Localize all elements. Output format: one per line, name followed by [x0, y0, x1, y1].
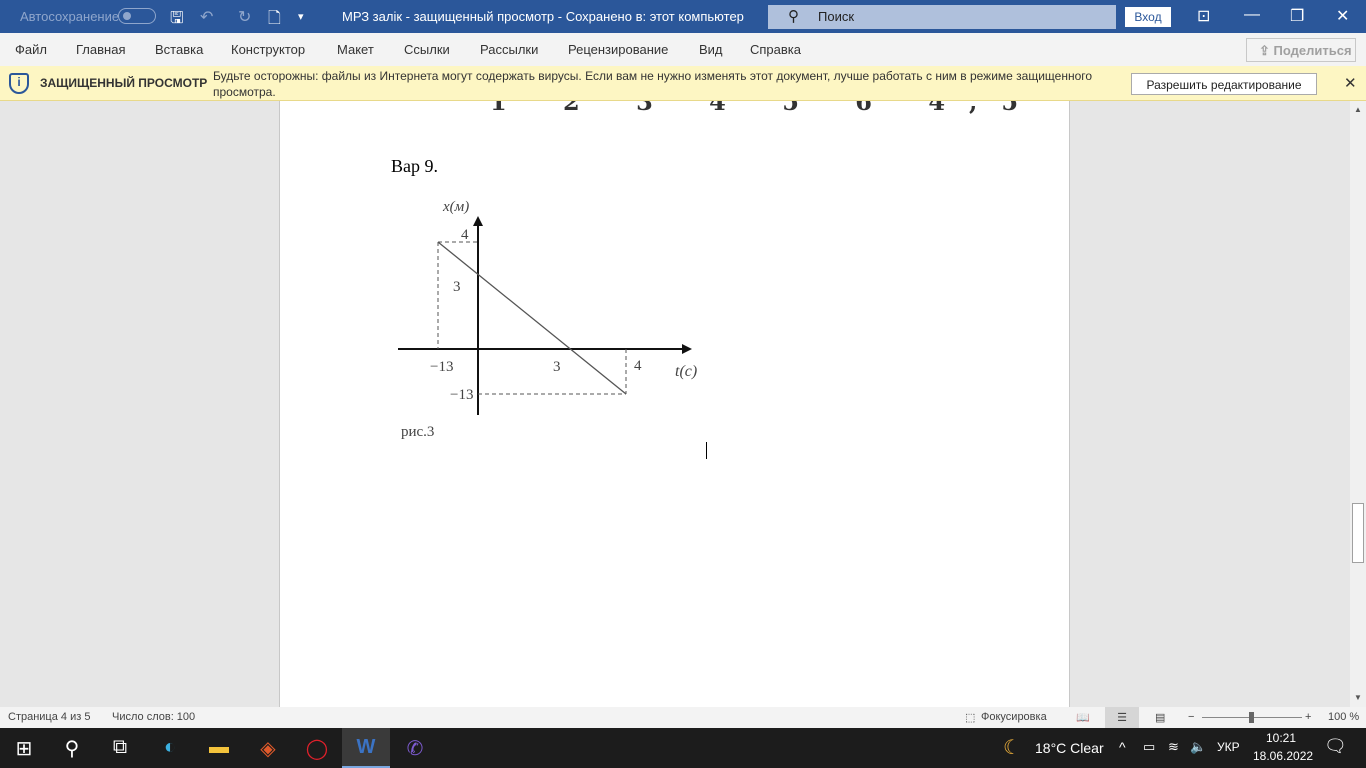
zoom-in-icon[interactable]: + [1305, 711, 1311, 723]
sign-in-button[interactable]: Вход [1125, 7, 1171, 27]
protected-view-message: Будьте осторожны: файлы из Интернета мог… [213, 69, 1093, 99]
enable-editing-button[interactable]: Разрешить редактирование [1131, 73, 1317, 95]
y-axis-label: x(м) [442, 199, 469, 215]
read-mode-icon[interactable]: 📖 [1076, 711, 1090, 724]
tab-layout[interactable]: Макет [337, 42, 374, 57]
t-axis-label: t(с) [675, 363, 697, 380]
clock-time[interactable]: 10:21 [1266, 731, 1296, 745]
zoom-out-icon[interactable]: − [1188, 711, 1194, 723]
notifications-icon[interactable]: 🗨 [1324, 736, 1347, 757]
customize-toolbar-icon[interactable]: ▾ [298, 10, 304, 23]
moon-weather-icon: ☾ [1003, 737, 1021, 759]
language-indicator[interactable]: УКР [1217, 740, 1240, 754]
focus-mode-button[interactable]: Фокусировка [981, 711, 1047, 723]
x-tick-neg: −13 [430, 359, 453, 375]
word-icon[interactable]: W [342, 728, 390, 768]
volume-icon[interactable]: 🔈 [1190, 739, 1206, 755]
text-cursor [706, 442, 707, 459]
zoom-slider-thumb[interactable] [1249, 712, 1254, 723]
ribbon-tabs: Файл Главная Вставка Конструктор Макет С… [0, 33, 1366, 66]
edge-icon[interactable]: ◐ [146, 728, 194, 768]
viber-icon[interactable]: ✆ [391, 728, 439, 768]
word-count[interactable]: Число слов: 100 [112, 711, 195, 723]
battery-icon[interactable]: ▭ [1143, 739, 1155, 755]
variant-heading: Вар 9. [391, 156, 438, 176]
y-tick-3: 3 [453, 279, 461, 295]
search-box[interactable]: ⚲ Поиск [768, 5, 1116, 29]
wifi-icon[interactable]: ≋ [1168, 739, 1179, 755]
t-axis-arrow [682, 344, 692, 354]
search-taskbar-icon[interactable]: ⚲ [48, 728, 96, 768]
focus-icon[interactable]: ⬚ [965, 711, 975, 724]
undo-icon[interactable]: ↶ [200, 7, 213, 27]
ccleaner-icon[interactable]: ◈ [244, 728, 292, 768]
y-tick-4: 4 [461, 227, 469, 243]
y-tick-neg: −13 [450, 387, 473, 403]
share-icon: ⇪ [1259, 43, 1274, 58]
save-icon[interactable]: 🖫 [170, 7, 184, 34]
tab-insert[interactable]: Вставка [155, 42, 203, 57]
x-axis-arrow [473, 216, 483, 226]
graph-line [437, 241, 627, 395]
ribbon-display-icon[interactable]: ⊡ [1197, 6, 1210, 26]
weather-text[interactable]: 18°C Clear [1035, 740, 1104, 756]
document-title[interactable]: МРЗ залік - защищенный просмотр - Сохран… [342, 9, 744, 24]
scroll-up-icon[interactable]: ▲ [1354, 105, 1362, 114]
x-tick-3: 3 [553, 359, 561, 375]
tab-references[interactable]: Ссылки [404, 42, 450, 57]
cut-off-row: 1 2 3 4 5 6 4,5 [490, 101, 1043, 116]
show-hidden-icons[interactable]: ^ [1119, 739, 1126, 755]
autosave-label: Автосохранение [20, 9, 120, 24]
search-placeholder: Поиск [818, 9, 855, 24]
tab-help[interactable]: Справка [750, 42, 801, 57]
web-layout-icon[interactable]: ▤ [1155, 711, 1165, 724]
document-page[interactable]: 1 2 3 4 5 6 4,5 Вар 9. x(м) 4 3 −13 3 4 … [279, 101, 1070, 707]
graph-figure: x(м) 4 3 −13 3 4 t(с) −13 рис.3 [398, 199, 697, 440]
clock-date[interactable]: 18.06.2022 [1253, 749, 1313, 763]
tab-review[interactable]: Рецензирование [568, 42, 668, 57]
opera-icon[interactable]: ◯ [293, 728, 341, 768]
tab-file[interactable]: Файл [15, 42, 47, 57]
print-layout-icon[interactable]: ☰ [1105, 707, 1139, 728]
share-label: Поделиться [1273, 43, 1352, 58]
taskbar: ⊞ ⚲ ⧉ ◐ ▬ ◈ ◯ W ✆ ☾ 18°C Clear ^ ▭ ≋ 🔈 У… [0, 728, 1366, 768]
protected-view-bar: i ЗАЩИЩЕННЫЙ ПРОСМОТР Будьте осторожны: … [0, 66, 1366, 101]
title-bar: Автосохранение 🖫 ↶ ↻ 🗋 ▾ МРЗ залік - защ… [0, 0, 1366, 33]
shield-info-icon: i [9, 73, 29, 94]
tab-home[interactable]: Главная [76, 42, 125, 57]
new-document-icon[interactable]: 🗋 [268, 7, 281, 34]
close-icon[interactable]: ✕ [1336, 6, 1349, 26]
task-view-icon[interactable]: ⧉ [96, 728, 144, 768]
vertical-scrollbar[interactable]: ▲ ▼ [1350, 101, 1366, 707]
zoom-level[interactable]: 100 % [1328, 711, 1359, 723]
file-explorer-icon[interactable]: ▬ [195, 728, 243, 768]
status-bar: Страница 4 из 5 Число слов: 100 ⬚ Фокуси… [0, 707, 1366, 728]
tab-view[interactable]: Вид [699, 42, 723, 57]
page-count[interactable]: Страница 4 из 5 [8, 711, 90, 723]
x-tick-4: 4 [634, 358, 642, 374]
windows-start-icon[interactable]: ⊞ [0, 728, 48, 768]
scroll-down-icon[interactable]: ▼ [1354, 693, 1362, 702]
redo-icon[interactable]: ↻ [238, 7, 251, 27]
scrollbar-thumb[interactable] [1352, 503, 1364, 563]
close-bar-icon[interactable]: ✕ [1344, 74, 1357, 92]
figure-caption: рис.3 [401, 424, 434, 440]
search-icon: ⚲ [788, 8, 799, 25]
tab-design[interactable]: Конструктор [231, 42, 305, 57]
protected-view-label: ЗАЩИЩЕННЫЙ ПРОСМОТР [40, 76, 208, 90]
maximize-icon[interactable]: ❐ [1290, 6, 1304, 26]
tab-mailings[interactable]: Рассылки [480, 42, 538, 57]
minimize-icon[interactable]: — [1244, 6, 1260, 24]
share-button[interactable]: ⇪ Поделиться [1246, 38, 1356, 62]
autosave-toggle[interactable] [118, 8, 156, 24]
